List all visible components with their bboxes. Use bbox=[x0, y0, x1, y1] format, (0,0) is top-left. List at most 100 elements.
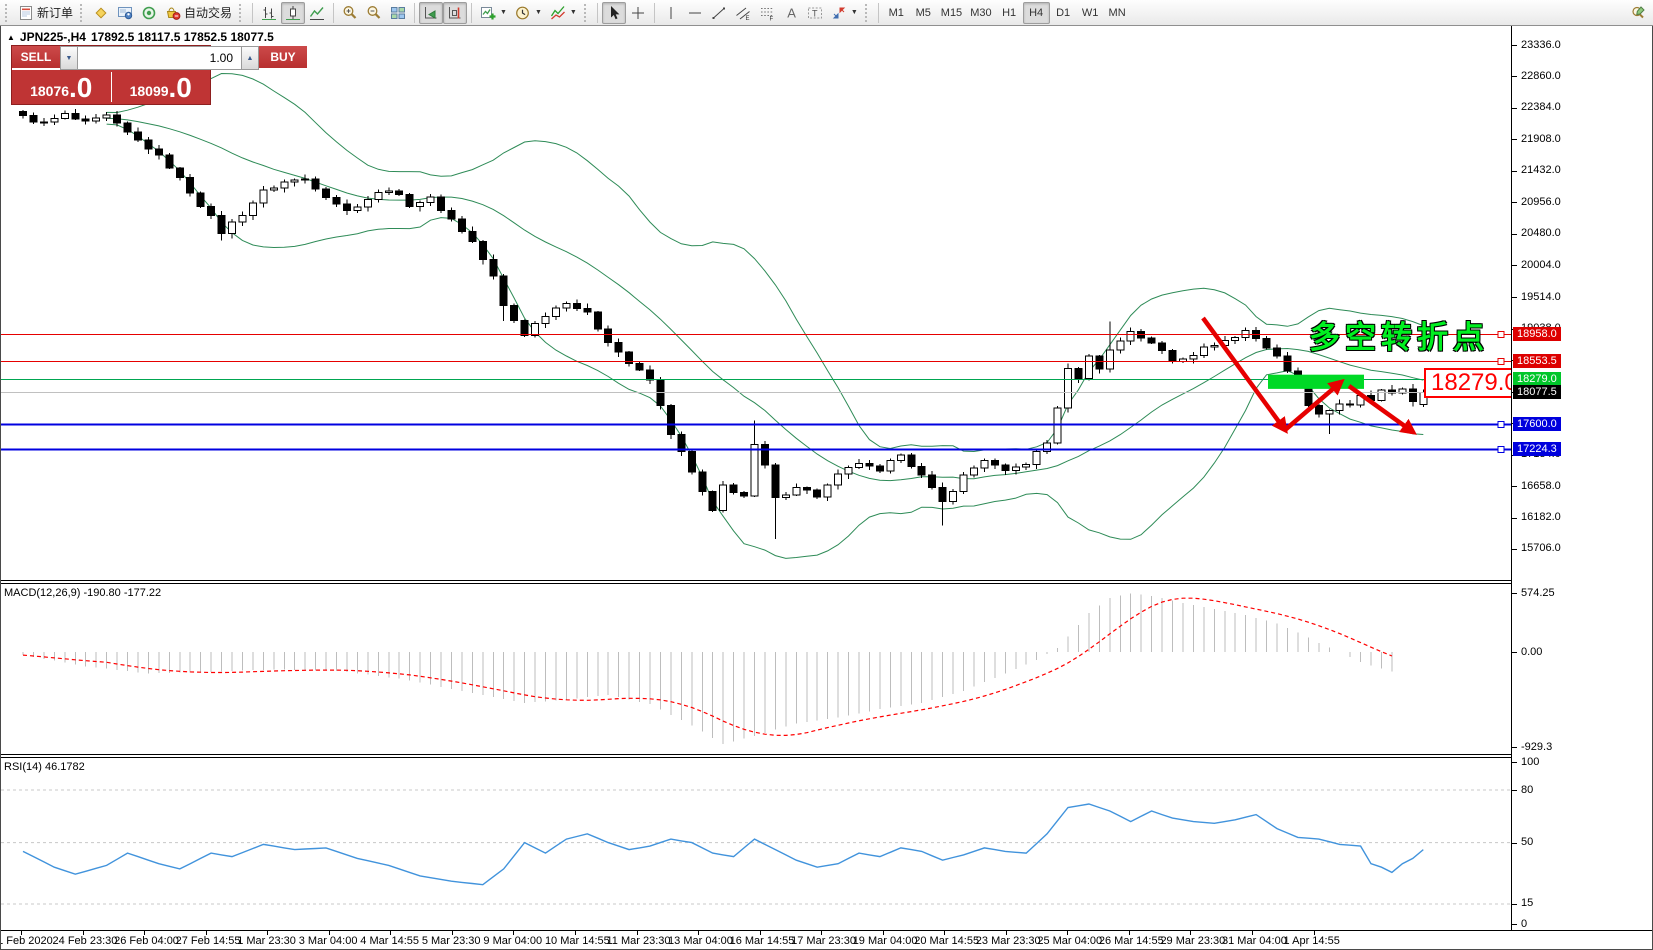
timeframe-h4-button[interactable]: H4 bbox=[1023, 2, 1050, 24]
symbol-title: ▲ JPN225-,H4 17892.5 18117.5 17852.5 180… bbox=[7, 30, 274, 44]
dropdown-arrow-icon[interactable]: ▼ bbox=[851, 9, 858, 16]
crosshair-button[interactable] bbox=[626, 2, 650, 24]
bear-candle bbox=[511, 306, 518, 321]
bull-candle bbox=[720, 485, 727, 510]
zoom-out-button[interactable] bbox=[362, 2, 386, 24]
volume-increase-button[interactable]: ▲ bbox=[241, 46, 259, 70]
time-axis-tick bbox=[944, 931, 945, 935]
indicators-icon bbox=[550, 5, 566, 21]
bull-candle bbox=[1085, 356, 1092, 379]
candlestick-chart-button[interactable] bbox=[281, 2, 305, 24]
time-axis-tick bbox=[1252, 931, 1253, 935]
annotation-text[interactable]: 多空转折点 bbox=[1309, 312, 1489, 357]
timeframe-mn-button[interactable]: MN bbox=[1104, 2, 1131, 24]
indicators-button[interactable]: ▼ bbox=[546, 2, 581, 24]
timeframe-m30-button[interactable]: M30 bbox=[966, 2, 995, 24]
zoom-in-button[interactable] bbox=[338, 2, 362, 24]
bear-candle bbox=[72, 113, 79, 118]
rsi-axis-tick: 100 bbox=[1521, 756, 1539, 768]
timeframe-w1-button[interactable]: W1 bbox=[1077, 2, 1104, 24]
line-end-marker[interactable] bbox=[1498, 332, 1504, 338]
volume-decrease-button[interactable]: ▼ bbox=[60, 46, 78, 70]
navigator-button[interactable] bbox=[137, 2, 161, 24]
main-chart-panel[interactable]: ▲ JPN225-,H4 17892.5 18117.5 17852.5 180… bbox=[1, 26, 1652, 580]
timeframe-m1-button[interactable]: M1 bbox=[883, 2, 910, 24]
price-axis-tick: 19514.0 bbox=[1521, 291, 1561, 303]
equidistant-channel-button[interactable]: E bbox=[731, 2, 755, 24]
dropdown-arrow-icon[interactable]: ▼ bbox=[535, 9, 542, 16]
dropdown-arrow-icon[interactable]: ▼ bbox=[500, 9, 507, 16]
toolbar-separator bbox=[654, 3, 655, 23]
periods-button[interactable]: ▼ bbox=[511, 2, 546, 24]
buy-price[interactable]: 18099 .0 bbox=[112, 70, 211, 104]
line-chart-button[interactable] bbox=[305, 2, 329, 24]
volume-input[interactable] bbox=[78, 46, 241, 70]
sell-button[interactable]: SELL bbox=[12, 46, 60, 70]
dropdown-arrow-icon[interactable]: ▼ bbox=[570, 9, 577, 16]
bull-candle bbox=[1012, 467, 1019, 470]
time-axis-tick bbox=[83, 931, 84, 935]
price-axis-tick: 20956.0 bbox=[1521, 196, 1561, 208]
horizontal-lines bbox=[1, 332, 1511, 453]
price-axis-tick: 16658.0 bbox=[1521, 480, 1561, 492]
profiles-icon bbox=[117, 5, 133, 21]
text-button[interactable]: A bbox=[779, 2, 803, 24]
toolbar-right-group bbox=[1627, 2, 1651, 24]
bear-candle bbox=[772, 465, 779, 497]
red-arrow[interactable] bbox=[1285, 382, 1341, 430]
panel-separator[interactable] bbox=[1, 754, 1652, 758]
trendline-button[interactable] bbox=[707, 2, 731, 24]
panel-separator[interactable] bbox=[1, 580, 1652, 584]
bar-chart-button[interactable] bbox=[257, 2, 281, 24]
vertical-line-button[interactable] bbox=[659, 2, 683, 24]
text-label-button[interactable]: T bbox=[803, 2, 827, 24]
new-order-button[interactable]: 新订单 bbox=[14, 2, 77, 24]
buy-button[interactable]: BUY bbox=[259, 46, 307, 70]
price-label-box[interactable]: 18279.0 bbox=[1424, 368, 1525, 398]
bear-candle bbox=[448, 211, 455, 219]
rsi-axis-tick: 50 bbox=[1521, 836, 1533, 848]
tile-windows-button[interactable] bbox=[386, 2, 410, 24]
timeframe-h1-button[interactable]: H1 bbox=[996, 2, 1023, 24]
time-axis-label: 3 Mar 04:00 bbox=[299, 935, 358, 947]
fibonacci-button[interactable]: F bbox=[755, 2, 779, 24]
symbol-search-button[interactable] bbox=[1627, 2, 1651, 24]
horizontal-line-button[interactable] bbox=[683, 2, 707, 24]
chart-shift-button[interactable] bbox=[443, 2, 467, 24]
bear-candle bbox=[647, 370, 654, 380]
layouts-button[interactable] bbox=[89, 2, 113, 24]
arrows-button[interactable]: ▼ bbox=[827, 2, 862, 24]
time-axis-label: 10 Mar 14:55 bbox=[545, 935, 610, 947]
line-end-marker[interactable] bbox=[1498, 422, 1504, 428]
time-axis-label: 19 Mar 04:00 bbox=[853, 935, 918, 947]
sell-price[interactable]: 18076 .0 bbox=[12, 70, 111, 104]
rsi-panel[interactable]: RSI(14) 46.1782 bbox=[1, 758, 1652, 930]
bull-candle bbox=[1023, 464, 1030, 467]
cursor-button[interactable] bbox=[602, 2, 626, 24]
time-axis-tick bbox=[575, 931, 576, 935]
autotrade-button[interactable]: 自动交易 bbox=[161, 2, 236, 24]
autotrade-icon bbox=[165, 5, 181, 21]
bull-candle bbox=[856, 464, 863, 468]
bear-candle bbox=[134, 132, 141, 140]
periods-icon bbox=[515, 5, 531, 21]
current-price-badge: 18077.5 bbox=[1513, 385, 1561, 399]
bull-candle bbox=[981, 461, 988, 468]
profiles-button[interactable] bbox=[113, 2, 137, 24]
timeframe-d1-button[interactable]: D1 bbox=[1050, 2, 1077, 24]
auto-scroll-button[interactable] bbox=[419, 2, 443, 24]
bear-candle bbox=[479, 241, 486, 259]
macd-panel[interactable]: MACD(12,26,9) -190.80 -177.22 bbox=[1, 584, 1652, 754]
bull-candle bbox=[1200, 347, 1207, 356]
timeframe-m15-button[interactable]: M15 bbox=[937, 2, 966, 24]
bear-candle bbox=[573, 303, 580, 308]
bull-candle bbox=[270, 188, 277, 190]
sell-price-main: 18076 bbox=[30, 80, 69, 102]
collapse-trade-panel-icon[interactable]: ▲ bbox=[7, 33, 15, 42]
new-chart-button[interactable]: ▼ bbox=[476, 2, 511, 24]
line-end-marker[interactable] bbox=[1498, 359, 1504, 365]
line-end-marker[interactable] bbox=[1498, 447, 1504, 453]
bollinger-bands bbox=[107, 74, 1424, 559]
main-chart-canvas[interactable] bbox=[1, 26, 1511, 580]
timeframe-m5-button[interactable]: M5 bbox=[910, 2, 937, 24]
